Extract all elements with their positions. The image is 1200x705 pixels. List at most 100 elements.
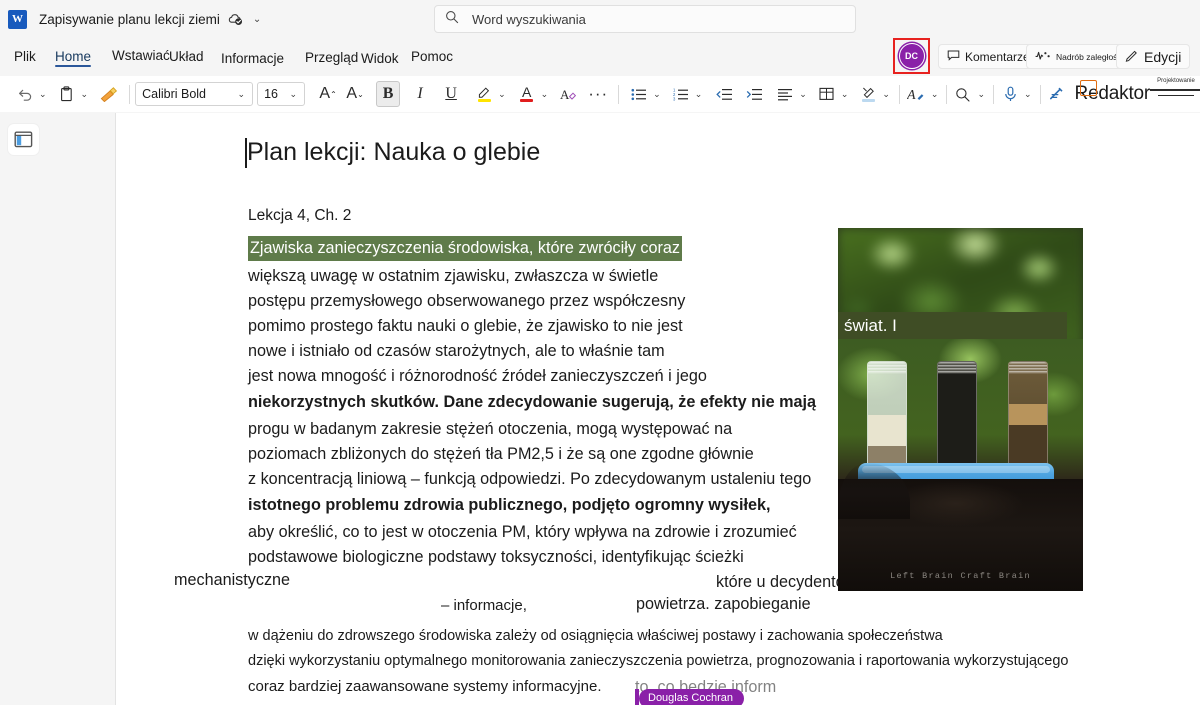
font-name-selector[interactable]: Calibri Bold ⌄ <box>135 82 254 106</box>
align-left-icon[interactable] <box>774 81 796 107</box>
cloud-saved-icon[interactable] <box>227 11 244 28</box>
comment-icon <box>947 49 960 65</box>
bulleted-list-icon[interactable] <box>628 81 650 107</box>
body-line: poziomach zbliżonych do stężeń tła PM2,5… <box>248 445 754 463</box>
menu-item-informacje[interactable]: Informacje <box>221 51 284 69</box>
avatar[interactable]: DC <box>898 43 925 69</box>
format-painter-icon[interactable] <box>97 81 120 107</box>
menu-item-wstawiac[interactable]: Wstawiać <box>112 48 170 66</box>
align-chevron-down-icon[interactable]: ⌄ <box>796 89 810 100</box>
title-chevron-down-icon[interactable]: ⌄ <box>253 14 261 25</box>
comments-button[interactable]: Komentarze <box>938 44 1039 69</box>
more-options-icon[interactable]: ··· <box>586 81 610 107</box>
undo-chevron-down-icon[interactable]: ⌄ <box>36 89 50 100</box>
navigation-pane-icon[interactable] <box>8 124 39 155</box>
word-online-window: W Zapisywanie planu lekcji ziemi ⌄ Word … <box>0 0 1200 705</box>
collaborator-name-label: Douglas Cochran <box>639 689 744 705</box>
increase-indent-icon[interactable] <box>743 81 765 107</box>
svg-text:A: A <box>907 88 916 102</box>
activity-icon <box>1035 50 1051 64</box>
word-logo-icon: W <box>8 9 27 29</box>
formatting-toolbar: ⌄ ⌄ Calibri Bold ⌄ 16 ⌄ A ⌃ A ⌄ B I U ⌄ … <box>0 76 1200 112</box>
microphone-icon[interactable] <box>999 81 1021 107</box>
body-line: coraz bardziej zaawansowane systemy info… <box>248 678 602 695</box>
body-line: dzięki wykorzystaniu optymalnego monitor… <box>248 653 1069 669</box>
editing-mode-button[interactable]: Edycji <box>1116 44 1191 69</box>
underline-button[interactable]: U <box>440 81 462 107</box>
menu-item-przeglad[interactable]: Przegląd <box>305 50 358 68</box>
body-line: pomimo prostego faktu nauki o glebie, że… <box>248 317 683 335</box>
image-caption-text: świat. I <box>844 315 897 335</box>
font-color-icon[interactable]: A <box>516 81 538 107</box>
body-line: w dążeniu do zdrowszego środowiska zależ… <box>248 628 943 644</box>
grow-font-icon[interactable]: A ⌃ <box>317 81 339 107</box>
decrease-indent-icon[interactable] <box>713 81 735 107</box>
table-chevron-down-icon[interactable]: ⌄ <box>838 89 852 100</box>
document-image[interactable]: Left Brain Craft Brain świat. I <box>838 228 1083 591</box>
highlight-chevron-down-icon[interactable]: ⌄ <box>495 89 509 100</box>
highlighted-line: Zjawiska zanieczyszczenia środowiska, kt… <box>248 236 683 261</box>
editor-icon[interactable] <box>1046 81 1069 107</box>
search-placeholder-text: Word wyszukiwania <box>472 11 586 27</box>
svg-text:A: A <box>560 87 570 102</box>
fragment-mechanistyczne: mechanistyczne <box>174 571 291 589</box>
account-avatar-selection[interactable]: DC <box>893 38 930 74</box>
font-size-chevron-down-icon[interactable]: ⌄ <box>287 89 301 100</box>
pencil-icon <box>1125 48 1139 65</box>
fragment-informacje: – informacje, <box>441 597 527 614</box>
bullets-chevron-down-icon[interactable]: ⌄ <box>650 89 664 100</box>
body-line: większą uwagę w ostatnim zjawisku, zwłas… <box>248 267 659 285</box>
body-line-bold: istotnego problemu zdrowia publicznego, … <box>248 496 771 514</box>
table-icon[interactable] <box>816 81 838 107</box>
clear-formatting-icon[interactable]: A <box>558 81 580 107</box>
bold-button[interactable]: B <box>376 81 401 107</box>
numbered-list-icon[interactable]: 123 <box>670 81 692 107</box>
fragment-ktore-u-decydentow: które u decydentów <box>716 573 857 591</box>
menu-item-pomoc[interactable]: Pomoc <box>411 49 453 67</box>
dictate-chevron-down-icon[interactable]: ⌄ <box>1021 89 1035 100</box>
body-line: aby określić, co to jest w otoczenia PM,… <box>248 523 797 541</box>
left-rail <box>0 113 115 705</box>
italic-button[interactable]: I <box>409 81 431 107</box>
document-title[interactable]: Zapisywanie planu lekcji ziemi <box>39 12 220 27</box>
designer-label: Projektowanie <box>1157 78 1195 84</box>
font-name-value: Calibri Bold <box>142 87 207 101</box>
designer-button[interactable]: Projektowanie <box>1150 78 1200 96</box>
catchup-label: Nadrób zaległości <box>1056 51 1124 62</box>
image-lower-scene: Left Brain Craft Brain <box>838 339 1083 591</box>
text-highlight-icon[interactable] <box>473 81 495 107</box>
svg-text:3: 3 <box>673 96 676 101</box>
shrink-font-icon[interactable]: A ⌄ <box>344 81 366 107</box>
font-size-selector[interactable]: 16 ⌄ <box>257 82 306 106</box>
font-color-chevron-down-icon[interactable]: ⌄ <box>538 89 552 100</box>
document-canvas[interactable]: Plan lekcji: Nauka o glebie Lekcja 4, Ch… <box>115 113 1200 705</box>
document-subheading: Lekcja 4, Ch. 2 <box>248 207 352 224</box>
body-line: progu w badanym zakresie stężeń otoczeni… <box>248 420 733 438</box>
document-heading: Plan lekcji: Nauka o glebie <box>247 138 541 166</box>
paste-chevron-down-icon[interactable]: ⌄ <box>78 89 92 100</box>
body-line-bold: niekorzystnych skutków. Dane zdecydowani… <box>248 393 816 411</box>
search-icon <box>445 10 459 29</box>
undo-icon[interactable] <box>14 81 36 107</box>
find-icon[interactable] <box>952 81 974 107</box>
image-caption-overlay: świat. I <box>838 312 1067 339</box>
font-name-chevron-down-icon[interactable]: ⌄ <box>235 89 249 100</box>
clipboard-icon[interactable] <box>56 81 78 107</box>
styles-icon[interactable]: A <box>905 81 928 107</box>
body-line: podstawowe biologiczne podstawy toksyczn… <box>248 548 744 566</box>
menu-item-widok[interactable]: Widok <box>361 51 399 69</box>
menu-item-home[interactable]: Home <box>55 49 92 67</box>
designer-line-1 <box>1150 89 1200 91</box>
editing-label: Edycji <box>1144 48 1182 65</box>
menu-item-uklad[interactable]: Układ <box>169 49 204 67</box>
find-chevron-down-icon[interactable]: ⌄ <box>974 89 988 100</box>
search-input[interactable]: Word wyszukiwania <box>434 5 856 33</box>
styles-chevron-down-icon[interactable]: ⌄ <box>928 89 942 100</box>
body-line: z koncentracją liniową – funkcją odpowie… <box>248 470 812 488</box>
shading-chevron-down-icon[interactable]: ⌄ <box>879 89 893 100</box>
designer-line-2 <box>1158 94 1194 96</box>
numbering-chevron-down-icon[interactable]: ⌄ <box>692 89 706 100</box>
menu-item-plik[interactable]: Plik <box>14 49 36 67</box>
fragment-powietrza: powietrza. zapobieganie <box>636 595 811 613</box>
paragraph-shading-icon[interactable] <box>857 81 879 107</box>
